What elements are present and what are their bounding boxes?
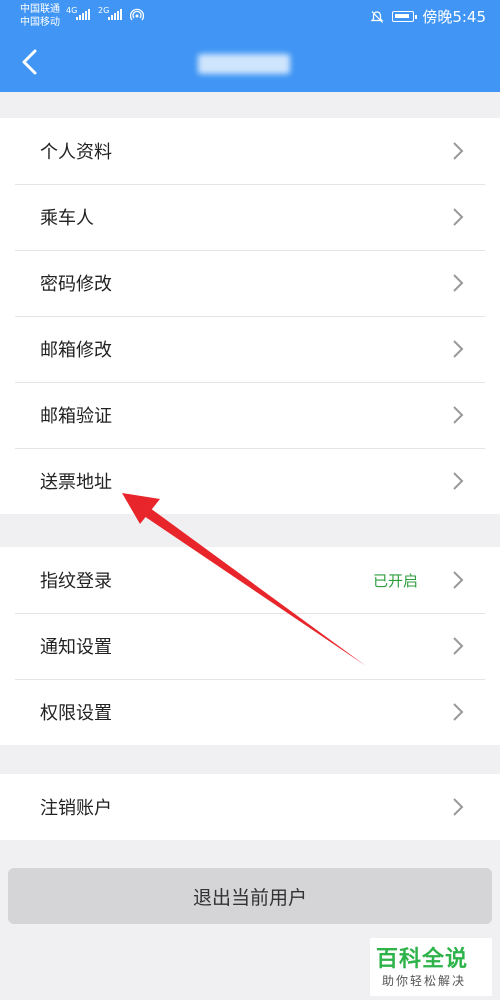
menu-item-profile[interactable]: 个人资料: [0, 118, 500, 184]
back-arrow-icon[interactable]: [18, 47, 42, 77]
menu-item-label: 注销账户: [40, 798, 112, 819]
menu-item-label: 邮箱验证: [40, 406, 112, 427]
menu-item-label: 乘车人: [40, 208, 94, 229]
settings-group-security: 指纹登录 已开启 通知设置 权限设置: [0, 547, 500, 745]
menu-item-label: 送票地址: [40, 472, 112, 493]
chevron-right-icon: [453, 637, 464, 655]
menu-item-label: 密码修改: [40, 274, 112, 295]
menu-item-change-password[interactable]: 密码修改: [0, 250, 500, 316]
logout-button[interactable]: 退出当前用户: [8, 868, 492, 924]
carrier-2: 中国移动: [20, 17, 60, 28]
chevron-right-icon: [453, 798, 464, 816]
settings-group-account: 个人资料 乘车人 密码修改 邮箱修改 邮箱验证 送票地址: [0, 118, 500, 514]
chevron-right-icon: [453, 406, 464, 424]
status-bar-left: 中国联通 中国移动: [20, 3, 60, 29]
mute-bell-icon: [370, 10, 384, 23]
top-bar: 中国联通 中国移动 4G 2G 傍晚5:45: [0, 0, 500, 92]
chevron-right-icon: [453, 340, 464, 358]
menu-item-permission-settings[interactable]: 权限设置: [0, 679, 500, 745]
menu-item-delete-account[interactable]: 注销账户: [0, 774, 500, 840]
watermark-logo: 百科全说 助你轻松解决: [370, 938, 492, 996]
battery-icon: [392, 11, 418, 22]
menu-item-label: 指纹登录: [40, 571, 112, 592]
status-enabled-text: 已开启: [372, 571, 418, 590]
hotspot-icon: [130, 8, 144, 21]
status-bar-right: 傍晚5:45: [370, 6, 486, 27]
menu-item-change-email[interactable]: 邮箱修改: [0, 316, 500, 382]
watermark-subtitle: 助你轻松解决: [382, 974, 467, 988]
page-title: [198, 54, 290, 74]
clock: 傍晚5:45: [422, 8, 486, 26]
chevron-right-icon: [453, 472, 464, 490]
chevron-right-icon: [453, 571, 464, 589]
menu-item-fingerprint-login[interactable]: 指纹登录 已开启: [0, 547, 500, 613]
chevron-right-icon: [453, 142, 464, 160]
menu-item-passengers[interactable]: 乘车人: [0, 184, 500, 250]
menu-item-delivery-address[interactable]: 送票地址: [0, 448, 500, 514]
watermark-title: 百科全说: [376, 947, 469, 972]
menu-item-verify-email[interactable]: 邮箱验证: [0, 382, 500, 448]
menu-item-label: 个人资料: [40, 142, 112, 163]
menu-item-label: 邮箱修改: [40, 340, 112, 361]
menu-item-label: 权限设置: [40, 703, 112, 724]
chevron-right-icon: [453, 208, 464, 226]
settings-group-account-removal: 注销账户: [0, 774, 500, 840]
signal-icon: [76, 9, 90, 20]
chevron-right-icon: [453, 703, 464, 721]
menu-item-notification-settings[interactable]: 通知设置: [0, 613, 500, 679]
menu-item-label: 通知设置: [40, 637, 112, 658]
signal-icon-2: [108, 9, 122, 20]
carrier-1: 中国联通: [20, 4, 60, 15]
chevron-right-icon: [453, 274, 464, 292]
